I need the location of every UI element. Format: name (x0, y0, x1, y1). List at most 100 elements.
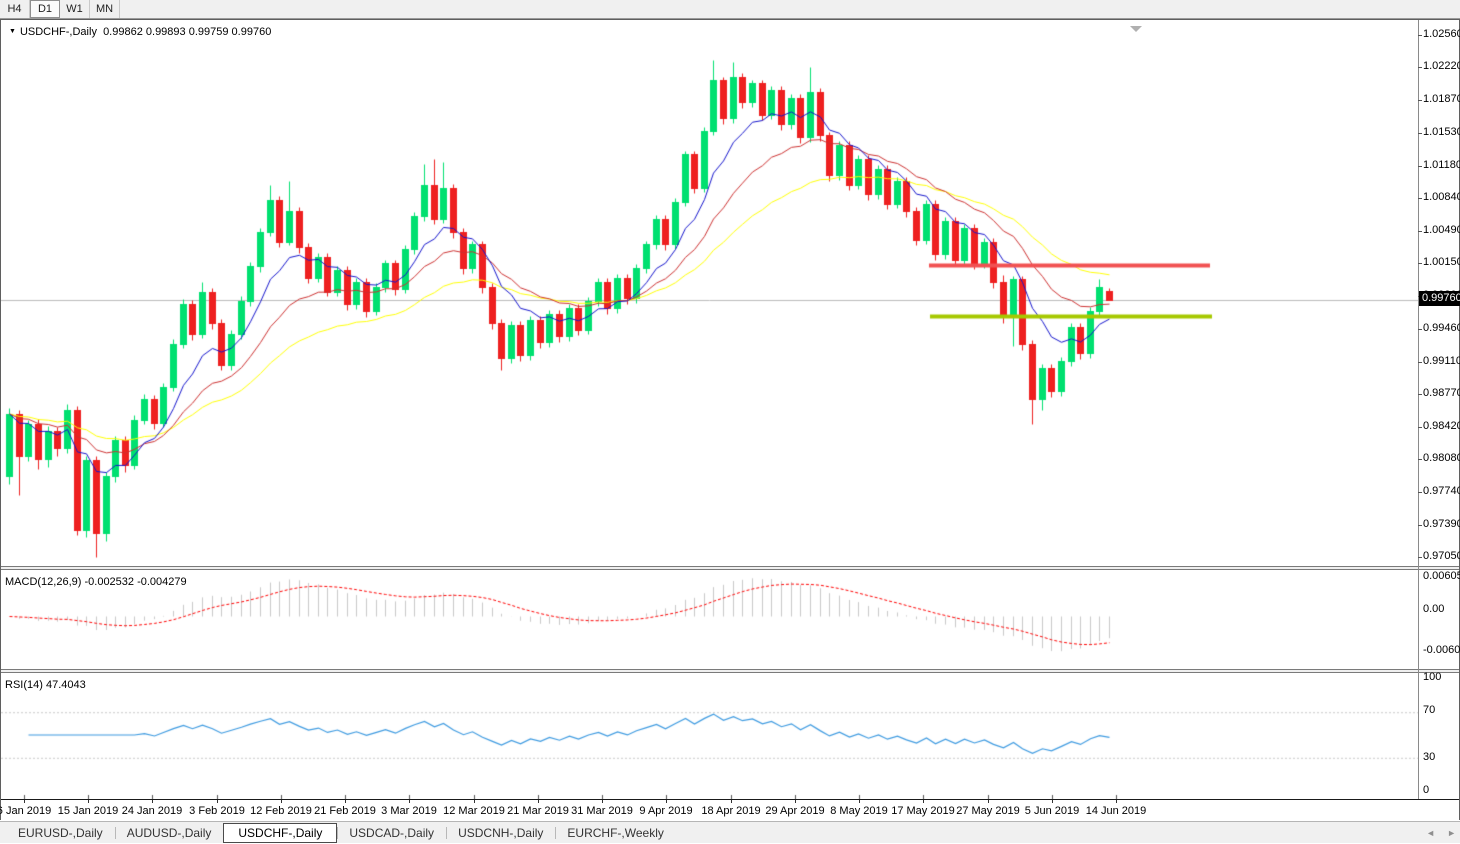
tab-scroll-right-button[interactable]: ► (1447, 828, 1456, 838)
period-button-mn[interactable]: MN (90, 0, 120, 18)
price-axis-tick (1418, 35, 1422, 36)
ohlc-high: 0.99893 (146, 26, 186, 38)
period-button-h4[interactable]: H4 (0, 0, 30, 18)
date-axis-label: 21 Feb 2019 (314, 805, 376, 817)
price-axis-label: 0.99110 (1423, 355, 1460, 367)
rsi-axis-label: 100 (1423, 671, 1441, 683)
rsi-axis-label: 30 (1423, 751, 1435, 763)
panel-divider[interactable] (1, 669, 1459, 673)
macd-axis-label: 0.006058 (1423, 570, 1460, 582)
price-axis-label: 1.02560 (1423, 28, 1460, 40)
price-axis-tick (1418, 198, 1422, 199)
chart-title-arrow-icon[interactable]: ▼ (9, 28, 16, 35)
macd-axis-label: -0.006091 (1423, 644, 1460, 656)
price-axis-label: 0.98770 (1423, 387, 1460, 399)
price-axis-tick (1418, 394, 1422, 395)
macd-axis-label: 0.00 (1423, 603, 1444, 615)
date-axis-tick (24, 800, 25, 803)
date-axis-label: 3 Mar 2019 (381, 805, 437, 817)
date-axis-label: 3 Feb 2019 (189, 805, 245, 817)
date-axis-tick (281, 800, 282, 803)
date-axis-label: 6 Jan 2019 (0, 805, 51, 817)
date-axis-label: 12 Feb 2019 (250, 805, 312, 817)
chart-shift-marker-icon[interactable] (1130, 26, 1142, 32)
date-axis-label: 24 Jan 2019 (122, 805, 183, 817)
date-axis-label: 21 Mar 2019 (507, 805, 569, 817)
date-axis-label: 31 Mar 2019 (571, 805, 633, 817)
price-axis-tick (1418, 263, 1422, 264)
date-axis-tick (345, 800, 346, 803)
date-axis-label: 29 Apr 2019 (765, 805, 824, 817)
tab-eurchf[interactable]: EURCHF-,Weekly (555, 824, 675, 842)
ohlc-open: 0.99862 (103, 26, 143, 38)
price-axis-tick (1418, 362, 1422, 363)
date-axis[interactable]: 6 Jan 201915 Jan 201924 Jan 20193 Feb 20… (1, 799, 1459, 821)
date-axis-label: 17 May 2019 (891, 805, 955, 817)
price-axis-label: 1.02220 (1423, 60, 1460, 72)
date-axis-tick (88, 800, 89, 803)
price-axis-tick (1418, 557, 1422, 558)
price-axis-tick (1418, 67, 1422, 68)
date-axis-tick (152, 800, 153, 803)
date-axis-label: 27 May 2019 (956, 805, 1020, 817)
tab-scroll-left-button[interactable]: ◄ (1426, 828, 1435, 838)
ohlc-low: 0.99759 (189, 26, 229, 38)
macd-panel-canvas[interactable] (1, 571, 1418, 670)
price-chart-canvas[interactable] (1, 20, 1418, 567)
ohlc-close: 0.99760 (232, 26, 272, 38)
price-axis-label: 0.99460 (1423, 322, 1460, 334)
macd-value-main: -0.002532 (84, 576, 134, 588)
date-axis-tick (1116, 800, 1117, 803)
rsi-label: RSI(14) 47.4043 (5, 679, 86, 691)
rsi-axis-label: 70 (1423, 704, 1435, 716)
tab-eurusd[interactable]: EURUSD-,Daily (6, 824, 115, 842)
price-axis-tick (1418, 525, 1422, 526)
date-axis-tick (666, 800, 667, 803)
price-axis-tick (1418, 427, 1422, 428)
date-axis-tick (923, 800, 924, 803)
price-axis-label: 0.97390 (1423, 518, 1460, 530)
price-axis-label: 1.01530 (1423, 126, 1460, 138)
tab-usdcnh[interactable]: USDCNH-,Daily (446, 824, 555, 842)
price-axis-label: 0.98080 (1423, 452, 1460, 464)
date-axis-label: 14 Jun 2019 (1086, 805, 1147, 817)
date-axis-tick (602, 800, 603, 803)
date-axis-label: 12 Mar 2019 (443, 805, 505, 817)
date-axis-tick (217, 800, 218, 803)
tab-usdcad[interactable]: USDCAD-,Daily (337, 824, 446, 842)
price-axis-tick (1418, 100, 1422, 101)
symbol-tab-bar: EURUSD-,DailyAUDUSD-,DailyUSDCHF-,DailyU… (0, 821, 1460, 843)
chart-symbol-label: USDCHF-,Daily (20, 26, 97, 38)
price-axis-tick (1418, 166, 1422, 167)
date-axis-tick (988, 800, 989, 803)
period-button-w1[interactable]: W1 (60, 0, 90, 18)
period-button-d1[interactable]: D1 (30, 0, 60, 18)
date-axis-tick (1052, 800, 1053, 803)
price-axis-label: 1.01180 (1423, 159, 1460, 171)
date-axis-tick (859, 800, 860, 803)
panel-divider[interactable] (1, 566, 1459, 570)
chart-title: ▼ USDCHF-,Daily 0.99862 0.99893 0.99759 0… (9, 26, 271, 38)
price-axis-tick (1418, 231, 1422, 232)
macd-label: MACD(12,26,9) -0.002532 -0.004279 (5, 576, 187, 588)
tab-audusd[interactable]: AUDUSD-,Daily (115, 824, 224, 842)
current-price-badge: 0.99760 (1419, 291, 1460, 306)
price-axis-label: 0.98420 (1423, 420, 1460, 432)
price-axis-tick (1418, 459, 1422, 460)
rsi-value: 47.4043 (46, 679, 86, 691)
rsi-panel-canvas[interactable] (1, 674, 1418, 799)
date-axis-tick (731, 800, 732, 803)
chart-window: ▼ USDCHF-,Daily 0.99862 0.99893 0.99759 0… (0, 19, 1460, 820)
tab-usdchf[interactable]: USDCHF-,Daily (223, 823, 337, 843)
date-axis-label: 9 Apr 2019 (639, 805, 692, 817)
date-axis-tick (538, 800, 539, 803)
date-axis-label: 18 Apr 2019 (701, 805, 760, 817)
price-axis-label: 1.00150 (1423, 256, 1460, 268)
period-toolbar: H4D1W1MN (0, 0, 1460, 19)
price-axis-label: 1.00840 (1423, 191, 1460, 203)
price-axis-tick (1418, 329, 1422, 330)
rsi-axis-label: 0 (1423, 784, 1429, 796)
macd-value-signal: -0.004279 (137, 576, 187, 588)
date-axis-tick (795, 800, 796, 803)
price-axis-label: 1.01870 (1423, 93, 1460, 105)
